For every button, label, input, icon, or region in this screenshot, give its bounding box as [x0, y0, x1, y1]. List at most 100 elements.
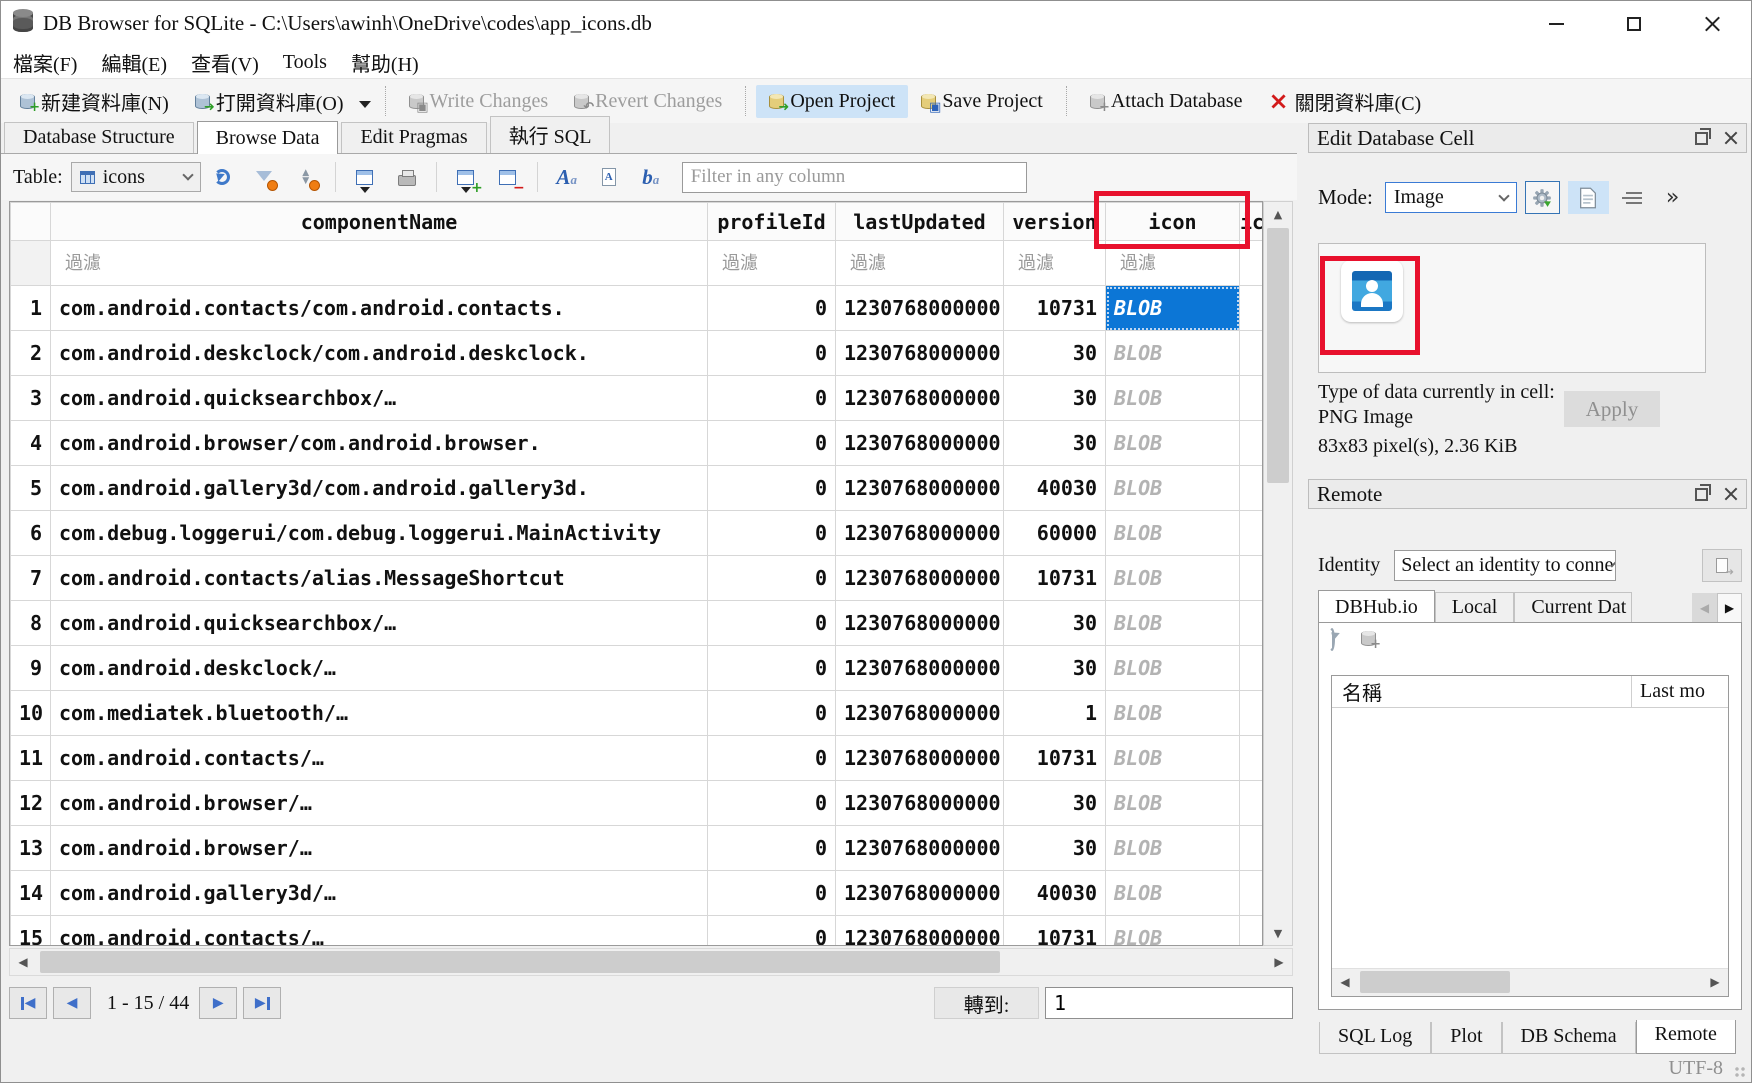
scroll-right-icon[interactable]: ▶ — [1266, 949, 1292, 975]
cell-componentname[interactable]: com.android.gallery3d/… — [51, 871, 708, 916]
column-header-componentname[interactable]: componentName — [51, 203, 708, 241]
filter-any-column-input[interactable] — [682, 162, 1027, 193]
tab-database-structure[interactable]: Database Structure — [4, 122, 194, 153]
dock-tab-remote[interactable]: Remote — [1636, 1020, 1736, 1054]
cell-profileid[interactable]: 0 — [708, 421, 836, 466]
cell-icon-blob[interactable]: BLOB — [1106, 736, 1240, 781]
cell-next-column[interactable] — [1240, 691, 1264, 736]
clear-sorting-button[interactable]: ▲▼ — [291, 162, 321, 192]
save-results-dropdown-icon[interactable] — [360, 187, 370, 198]
scroll-down-icon[interactable]: ▼ — [1264, 921, 1292, 945]
filter-input[interactable] — [844, 241, 995, 285]
scroll-left-icon[interactable]: ◀ — [10, 949, 36, 975]
remote-list-column-lastmodified[interactable]: Last mo — [1632, 680, 1705, 703]
cell-icon-blob[interactable]: BLOB — [1106, 601, 1240, 646]
minimize-button[interactable] — [1517, 1, 1595, 46]
cell-lastupdated[interactable]: 1230768000000 — [836, 376, 1004, 421]
cell-icon-blob[interactable]: BLOB — [1106, 781, 1240, 826]
column-header-next[interactable]: ic — [1240, 203, 1264, 241]
scroll-right-icon[interactable]: ▶ — [1702, 969, 1728, 995]
cell-lastupdated[interactable]: 1230768000000 — [836, 826, 1004, 871]
cell-next-column[interactable] — [1240, 871, 1264, 916]
cell-icon-blob[interactable]: BLOB — [1106, 331, 1240, 376]
remote-tab-current-database[interactable]: Current Dat — [1514, 592, 1632, 623]
cell-profileid[interactable]: 0 — [708, 871, 836, 916]
cell-next-column[interactable] — [1240, 916, 1264, 947]
cell-next-column[interactable] — [1240, 601, 1264, 646]
tab-scroll-right-icon[interactable]: ▶ — [1717, 593, 1742, 623]
horizontal-scroll-thumb[interactable] — [1360, 971, 1510, 993]
cell-lastupdated[interactable]: 1230768000000 — [836, 871, 1004, 916]
goto-button[interactable]: 轉到: — [934, 987, 1039, 1019]
cell-profileid[interactable]: 0 — [708, 466, 836, 511]
cell-icon-blob[interactable]: BLOB — [1106, 871, 1240, 916]
cell-lastupdated[interactable]: 1230768000000 — [836, 556, 1004, 601]
menu-item-file[interactable]: 檔案(F) — [1, 46, 89, 79]
insert-record-button[interactable]: + — [451, 162, 481, 192]
cell-componentname[interactable]: com.android.deskclock/com.android.deskcl… — [51, 331, 708, 376]
cell-profileid[interactable]: 0 — [708, 376, 836, 421]
remote-refresh-button[interactable] — [1329, 631, 1335, 651]
filter-input[interactable] — [716, 241, 827, 285]
remote-tab-local[interactable]: Local — [1435, 592, 1515, 623]
vertical-scroll-thumb[interactable] — [1267, 228, 1289, 483]
cell-lastupdated[interactable]: 1230768000000 — [836, 781, 1004, 826]
cell-componentname[interactable]: com.android.browser/… — [51, 781, 708, 826]
print-button[interactable] — [392, 162, 422, 192]
clear-all-filters-button[interactable] — [249, 162, 279, 192]
cell-icon-blob[interactable]: BLOB — [1106, 421, 1240, 466]
import-data-button[interactable] — [1525, 181, 1560, 214]
clone-database-button[interactable] — [1702, 549, 1742, 582]
cell-lastupdated[interactable]: 1230768000000 — [836, 736, 1004, 781]
cell-lastupdated[interactable]: 1230768000000 — [836, 916, 1004, 947]
cell-icon-blob[interactable]: BLOB — [1106, 376, 1240, 421]
cell-componentname[interactable]: com.android.contacts/… — [51, 736, 708, 781]
cell-componentname[interactable]: com.android.contacts/com.android.contact… — [51, 286, 708, 331]
cell-version[interactable]: 60000 — [1004, 511, 1106, 556]
cell-lastupdated[interactable]: 1230768000000 — [836, 511, 1004, 556]
cell-next-column[interactable] — [1240, 331, 1264, 376]
remote-database-list[interactable]: 名稱 Last mo ◀ ▶ — [1331, 675, 1729, 997]
cell-componentname[interactable]: com.android.deskclock/… — [51, 646, 708, 691]
identity-select[interactable]: Select an identity to conne — [1394, 550, 1616, 581]
scroll-left-icon[interactable]: ◀ — [1332, 969, 1358, 995]
grid-horizontal-scrollbar[interactable]: ◀ ▶ — [9, 948, 1293, 976]
menu-item-view[interactable]: 查看(V) — [179, 46, 271, 79]
tab-browse-data[interactable]: Browse Data — [197, 121, 339, 154]
write-changes-button[interactable]: ▣ Write Changes — [396, 85, 562, 118]
cell-icon-blob[interactable]: BLOB — [1106, 466, 1240, 511]
cell-lastupdated[interactable]: 1230768000000 — [836, 466, 1004, 511]
cell-profileid[interactable]: 0 — [708, 286, 836, 331]
cell-next-column[interactable] — [1240, 826, 1264, 871]
cell-version[interactable]: 30 — [1004, 646, 1106, 691]
cell-icon-blob[interactable]: BLOB — [1106, 556, 1240, 601]
scroll-up-icon[interactable]: ▲ — [1264, 202, 1292, 226]
cell-profileid[interactable]: 0 — [708, 691, 836, 736]
dock-tab-plot[interactable]: Plot — [1431, 1022, 1501, 1054]
cell-componentname[interactable]: com.debug.loggerui/com.debug.loggerui.Ma… — [51, 511, 708, 556]
cell-version[interactable]: 30 — [1004, 376, 1106, 421]
close-panel-icon[interactable] — [1724, 487, 1738, 501]
last-page-button[interactable]: ▶ — [243, 987, 281, 1019]
horizontal-scroll-thumb[interactable] — [40, 951, 1000, 973]
first-page-button[interactable]: ◀ — [9, 987, 47, 1019]
cell-profileid[interactable]: 0 — [708, 736, 836, 781]
maximize-button[interactable] — [1595, 1, 1673, 46]
word-wrap-button[interactable] — [1617, 181, 1652, 214]
cell-version[interactable]: 40030 — [1004, 871, 1106, 916]
close-button[interactable] — [1673, 1, 1751, 46]
menu-item-edit[interactable]: 編輯(E) — [89, 46, 179, 79]
save-project-button[interactable]: ▣ Save Project — [908, 85, 1056, 118]
filter-input[interactable] — [59, 241, 699, 285]
cell-version[interactable]: 10731 — [1004, 556, 1106, 601]
cell-version[interactable]: 10731 — [1004, 286, 1106, 331]
cell-lastupdated[interactable]: 1230768000000 — [836, 286, 1004, 331]
toolbar-overflow-icon[interactable]: » — [1666, 185, 1677, 210]
close-database-button[interactable]: × 關閉資料庫(C) — [1255, 82, 1434, 121]
cell-componentname[interactable]: com.mediatek.bluetooth/… — [51, 691, 708, 736]
apply-button[interactable]: Apply — [1564, 391, 1660, 427]
cell-icon-blob[interactable]: BLOB — [1106, 511, 1240, 556]
font-settings-button[interactable]: Aa — [552, 162, 582, 192]
close-panel-icon[interactable] — [1724, 131, 1738, 145]
cell-lastupdated[interactable]: 1230768000000 — [836, 601, 1004, 646]
